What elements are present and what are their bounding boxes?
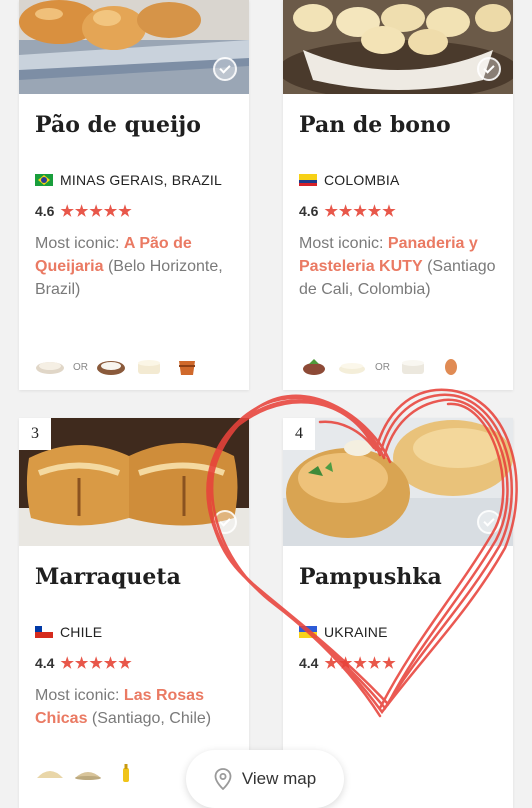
most-iconic-label: Most iconic:	[35, 687, 120, 704]
rating-value: 4.4	[299, 655, 319, 671]
starch-bowl-icon	[97, 361, 125, 375]
rating-stars: ★★★★★	[60, 655, 133, 672]
most-iconic-label: Most iconic:	[35, 235, 120, 252]
ingredient-or-label: OR	[375, 361, 390, 373]
most-iconic: Most iconic: A Pão de Queijaria (Belo Ho…	[35, 232, 240, 301]
most-iconic-label: Most iconic:	[299, 235, 384, 252]
origin-label: COLOMBIA	[324, 172, 400, 188]
rating-value: 4.4	[35, 655, 55, 671]
rating-value: 4.6	[299, 203, 319, 219]
dish-origin[interactable]: COLOMBIA	[299, 172, 400, 188]
ingredients-row: OR	[299, 358, 466, 376]
colombia-flag-icon	[299, 174, 317, 186]
rating-stars: ★★★★★	[60, 203, 133, 220]
dish-card-pao-de-queijo[interactable]: Pão de queijo MINAS GERAIS, BRAZIL 4.6 ★…	[19, 0, 249, 390]
rating-stars: ★★★★★	[324, 203, 397, 220]
dish-origin[interactable]: CHILE	[35, 624, 102, 640]
dish-origin[interactable]: UKRAINE	[299, 624, 388, 640]
most-iconic: Most iconic: Panaderia y Pasteleria KUTY…	[299, 232, 504, 301]
visited-check-icon[interactable]	[213, 57, 237, 81]
dish-photo[interactable]	[19, 0, 249, 94]
ingredients-row	[35, 764, 141, 782]
origin-label: CHILE	[60, 624, 103, 640]
view-map-label: View map	[241, 769, 317, 788]
dish-title[interactable]: Pan de bono	[299, 112, 451, 138]
view-map-button[interactable]: View map	[186, 750, 344, 808]
herb-bowl-icon	[303, 359, 325, 375]
rating: 4.4 ★★★★★	[35, 654, 133, 672]
dish-card-pan-de-bono[interactable]: Pan de bono COLOMBIA 4.6 ★★★★★ Most icon…	[283, 0, 513, 390]
rating: 4.6 ★★★★★	[35, 202, 133, 220]
rating-stars: ★★★★★	[324, 655, 397, 672]
rating: 4.6 ★★★★★	[299, 202, 397, 220]
brazil-flag-icon	[35, 174, 53, 186]
visited-check-icon[interactable]	[477, 57, 501, 81]
oil-bottle-icon	[123, 764, 129, 782]
cheese-wheel-icon	[402, 360, 424, 374]
dish-photo[interactable]	[283, 0, 513, 94]
flour-bowl-icon	[36, 362, 64, 374]
milk-bucket-icon	[179, 361, 195, 375]
map-pin-icon	[214, 768, 232, 790]
cheese-icon	[138, 360, 160, 374]
origin-label: MINAS GERAIS, BRAZIL	[60, 172, 222, 188]
rank-badge: 4	[283, 418, 315, 450]
ingredient-or-label: OR	[73, 361, 88, 373]
dish-title[interactable]: Pão de queijo	[35, 112, 201, 138]
dish-title[interactable]: Marraqueta	[35, 564, 181, 590]
dish-origin[interactable]: MINAS GERAIS, BRAZIL	[35, 172, 222, 188]
rating: 4.4 ★★★★★	[299, 654, 397, 672]
most-iconic: Most iconic: Las Rosas Chicas (Santiago,…	[35, 684, 240, 730]
flour-icon	[37, 771, 63, 778]
most-iconic-location: (Santiago, Chile)	[91, 710, 212, 727]
rank-badge: 3	[19, 418, 51, 450]
ukraine-flag-icon	[299, 626, 317, 638]
flour-pile-icon	[75, 772, 101, 780]
visited-check-icon[interactable]	[477, 510, 501, 534]
cheese-icon	[339, 363, 365, 374]
ingredients-row: OR	[35, 358, 202, 376]
rating-value: 4.6	[35, 203, 55, 219]
chile-flag-icon	[35, 626, 53, 638]
visited-check-icon[interactable]	[213, 510, 237, 534]
dish-title[interactable]: Pampushka	[299, 564, 442, 590]
origin-label: UKRAINE	[324, 624, 388, 640]
egg-icon	[445, 359, 457, 375]
